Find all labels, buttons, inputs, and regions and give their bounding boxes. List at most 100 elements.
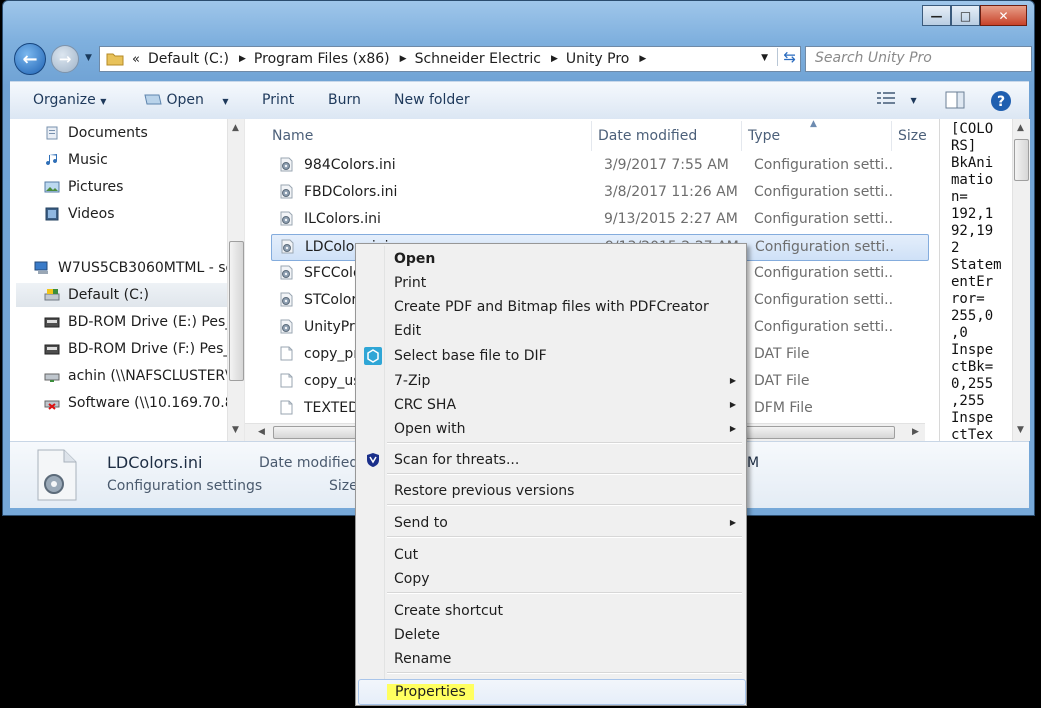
menu-item-label: CRC SHA xyxy=(394,397,457,413)
nav-item-bd-rom-e[interactable]: BD-ROM Drive (E:) Pes_ xyxy=(44,310,244,334)
context-menu: Open Print Create PDF and Bitmap files wit… xyxy=(355,243,747,706)
maximize-button[interactable]: □ xyxy=(951,5,980,26)
breadcrumb-separator[interactable]: ▶ xyxy=(551,54,558,64)
scroll-down-icon[interactable]: ▼ xyxy=(1017,425,1024,435)
nav-item-music[interactable]: Music xyxy=(44,148,244,172)
column-name[interactable]: Name xyxy=(272,128,313,144)
file-date: 3/9/2017 7:55 AM xyxy=(604,157,729,173)
menu-item-label: Open xyxy=(394,251,436,267)
preview-pane: [COLO RS] BkAni matio n= 192,1 92,19 2 S… xyxy=(939,119,1030,441)
config-file-icon xyxy=(280,319,293,334)
column-divider xyxy=(591,121,592,151)
menu-item-cut[interactable]: Cut xyxy=(358,543,744,567)
forward-button[interactable]: → xyxy=(51,45,79,73)
recent-pages-dropdown[interactable]: ▼ xyxy=(85,53,92,63)
file-date: 9/13/2015 2:27 AM xyxy=(604,211,738,227)
view-list-icon xyxy=(877,92,895,104)
scroll-right-icon[interactable]: ▶ xyxy=(912,427,919,437)
videos-icon xyxy=(45,207,59,221)
file-row[interactable]: 984Colors.ini 3/9/2017 7:55 AM Configurati… xyxy=(271,153,927,178)
scroll-left-icon[interactable]: ◀ xyxy=(258,427,265,437)
file-type: Configuration setti... xyxy=(754,319,894,335)
close-button[interactable]: ✕ xyxy=(980,5,1027,26)
file-type: Configuration setti... xyxy=(754,184,894,200)
menu-item-create-pdf-and-bitmap-files-with-pdfcreator[interactable]: Create PDF and Bitmap files with PDFCrea… xyxy=(358,295,744,319)
menu-item-label: Delete xyxy=(394,627,440,643)
menu-item-copy[interactable]: Copy xyxy=(358,567,744,591)
nav-item-videos[interactable]: Videos xyxy=(44,202,244,226)
minimize-button[interactable]: — xyxy=(922,5,951,26)
file-name: FBDColors.ini xyxy=(304,184,398,200)
nav-item-default-c[interactable]: Default (C:) xyxy=(16,283,232,307)
column-size[interactable]: Size xyxy=(898,128,927,144)
menu-item-scan-for-threats[interactable]: Scan for threats... xyxy=(358,448,744,472)
caption-buttons: — □ ✕ xyxy=(922,5,1027,26)
command-bar: Organize ▼ Open ▼ Print Burn New folder … xyxy=(10,81,1029,121)
file-type: Configuration setti... xyxy=(754,157,894,173)
breadcrumb-schneider[interactable]: Schneider Electric xyxy=(415,51,541,67)
menu-item-delete[interactable]: Delete xyxy=(358,623,744,647)
menu-item-label: Edit xyxy=(394,323,422,339)
menu-item-rename[interactable]: Rename xyxy=(358,647,744,671)
refresh-icon[interactable]: ⇆ xyxy=(777,48,796,66)
file-row[interactable]: ILColors.ini 9/13/2015 2:27 AM Configurati… xyxy=(271,207,927,232)
preview-pane-button[interactable] xyxy=(945,91,965,113)
menu-item-properties[interactable]: Properties xyxy=(358,679,746,705)
menu-item-crc-sha[interactable]: CRC SHA ▶ xyxy=(358,393,744,417)
menu-item-restore-previous-versions[interactable]: Restore previous versions xyxy=(358,479,744,503)
config-file-icon xyxy=(280,184,293,199)
submenu-arrow-icon: ▶ xyxy=(729,376,736,385)
nav-item-computer[interactable]: W7US5CB3060MTML - se xyxy=(34,256,244,280)
breadcrumb-separator[interactable]: ▶ xyxy=(639,54,646,64)
breadcrumb-default-c[interactable]: Default (C:) xyxy=(148,51,229,67)
menu-separator xyxy=(387,442,742,444)
nav-item-software-share[interactable]: Software (\\10.169.70.8 xyxy=(44,391,244,415)
breadcrumb-unity-pro[interactable]: Unity Pro xyxy=(566,51,629,67)
menu-item-open[interactable]: Open xyxy=(358,247,744,271)
menu-separator xyxy=(387,536,742,538)
preview-scroll-thumb[interactable] xyxy=(1014,139,1029,181)
scroll-up-icon[interactable]: ▲ xyxy=(1017,123,1024,133)
menu-item-create-shortcut[interactable]: Create shortcut xyxy=(358,599,744,623)
column-date-modified[interactable]: Date modified xyxy=(598,128,697,144)
change-view-button[interactable]: ▼ xyxy=(876,90,917,110)
preview-scrollbar[interactable]: ▲ ▼ xyxy=(1012,119,1030,441)
scroll-down-icon[interactable]: ▼ xyxy=(232,425,239,435)
nav-item-pictures[interactable]: Pictures xyxy=(44,175,244,199)
organize-button[interactable]: Organize ▼ xyxy=(33,92,106,108)
menu-item-send-to[interactable]: Send to ▶ xyxy=(358,511,744,535)
bd-rom-icon xyxy=(44,344,60,355)
menu-item-open-with[interactable]: Open with ▶ xyxy=(358,417,744,441)
network-drive-disconnected-icon xyxy=(44,400,60,410)
nav-item-documents[interactable]: Documents xyxy=(44,121,244,145)
config-file-icon xyxy=(280,157,293,172)
address-overflow[interactable]: « xyxy=(132,52,140,67)
address-bar[interactable]: « Default (C:) ▶ Program Files (x86) ▶ S… xyxy=(99,46,801,72)
menu-item-print[interactable]: Print xyxy=(358,271,744,295)
breadcrumb-separator[interactable]: ▶ xyxy=(239,54,246,64)
config-file-large-icon xyxy=(37,449,77,501)
back-button[interactable]: ← xyxy=(14,43,46,75)
new-folder-button[interactable]: New folder xyxy=(394,92,470,108)
help-button[interactable]: ? xyxy=(990,90,1012,116)
nav-item-achin-share[interactable]: achin (\\NAFSCLUSTER\ xyxy=(44,364,244,388)
drive-icon xyxy=(44,289,60,301)
file-icon xyxy=(280,373,293,388)
nav-scrollbar[interactable]: ▲ ▼ xyxy=(227,119,244,441)
nav-scroll-thumb[interactable] xyxy=(229,241,244,381)
search-input[interactable]: Search Unity Pro xyxy=(805,46,1032,72)
breadcrumb-separator[interactable]: ▶ xyxy=(400,54,407,64)
menu-item-edit[interactable]: Edit xyxy=(358,319,744,343)
menu-item-7-zip[interactable]: 7-Zip ▶ xyxy=(358,369,744,393)
address-dropdown-icon[interactable]: ▼ xyxy=(761,53,768,63)
nav-item-bd-rom-f[interactable]: BD-ROM Drive (F:) Pes_ xyxy=(44,337,244,361)
open-button[interactable]: Open ▼ xyxy=(144,92,228,108)
print-button[interactable]: Print xyxy=(262,92,294,108)
column-type[interactable]: Type xyxy=(748,128,780,144)
burn-button[interactable]: Burn xyxy=(328,92,361,108)
menu-item-label: Select base file to DIF xyxy=(394,348,547,364)
file-row[interactable]: FBDColors.ini 3/8/2017 11:26 AM Configurat… xyxy=(271,180,927,205)
breadcrumb-program-files[interactable]: Program Files (x86) xyxy=(254,51,390,67)
scroll-up-icon[interactable]: ▲ xyxy=(232,123,239,133)
menu-item-select-base-file-to-dif[interactable]: Select base file to DIF xyxy=(358,344,744,368)
